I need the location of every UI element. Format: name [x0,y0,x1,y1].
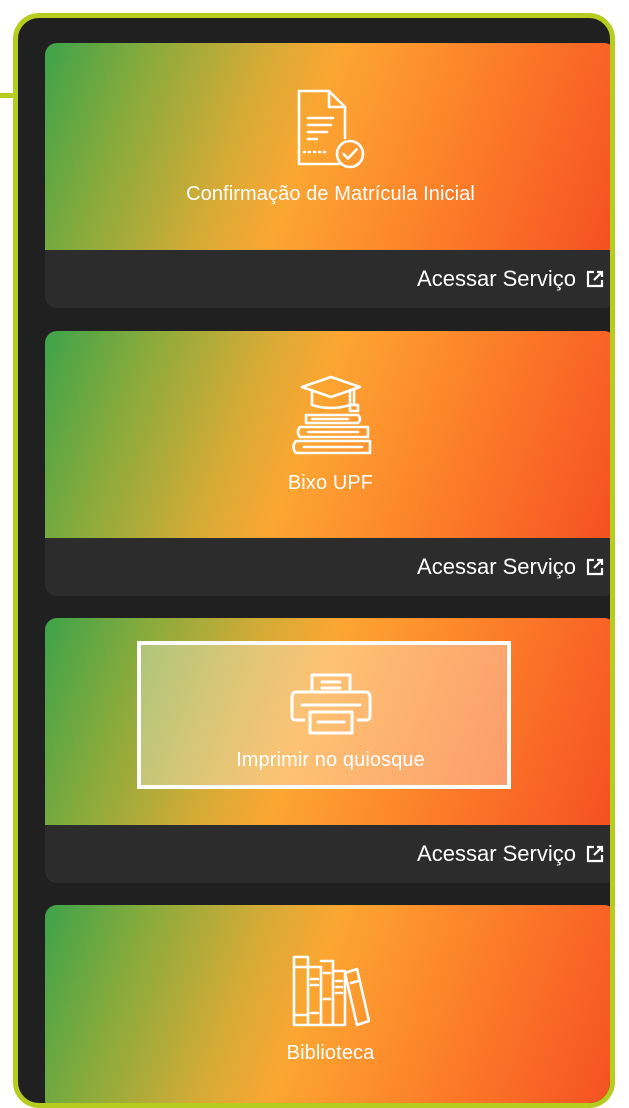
access-service-label: Acessar Serviço [417,841,576,866]
service-card-banner[interactable]: Imprimir no quiosque [45,618,610,825]
service-card-biblioteca[interactable]: Biblioteca [45,905,610,1103]
external-link-icon [586,558,604,576]
access-service-label: Acessar Serviço [417,554,576,579]
access-service-link[interactable]: Acessar Serviço [45,250,610,308]
service-card-imprimir[interactable]: Imprimir no quiosque Acessar Serviço [45,618,610,883]
service-card-bixo-upf[interactable]: Bixo UPF Acessar Serviço [45,331,610,596]
library-books-icon [291,953,371,1034]
service-card-matricula[interactable]: Confirmação de Matrícula Inicial Acessar… [45,43,610,308]
external-link-icon [586,270,604,288]
access-service-link[interactable]: Acessar Serviço [45,825,610,883]
card-title: Biblioteca [286,1041,375,1064]
external-link-icon [586,845,604,863]
card-title: Bixo UPF [287,471,374,494]
card-title: Imprimir no quiosque [236,748,425,771]
printer-icon [288,672,374,741]
service-card-banner[interactable]: Bixo UPF [45,331,610,538]
access-service-label: Acessar Serviço [417,266,576,291]
access-service-link[interactable]: Acessar Serviço [45,538,610,596]
services-panel: Confirmação de Matrícula Inicial Acessar… [13,13,615,1108]
graduation-books-icon [288,375,374,464]
service-card-banner[interactable]: Confirmação de Matrícula Inicial [45,43,610,250]
card-title: Confirmação de Matrícula Inicial [186,182,475,205]
document-check-icon [295,88,367,175]
service-card-banner[interactable]: Biblioteca [45,905,610,1103]
